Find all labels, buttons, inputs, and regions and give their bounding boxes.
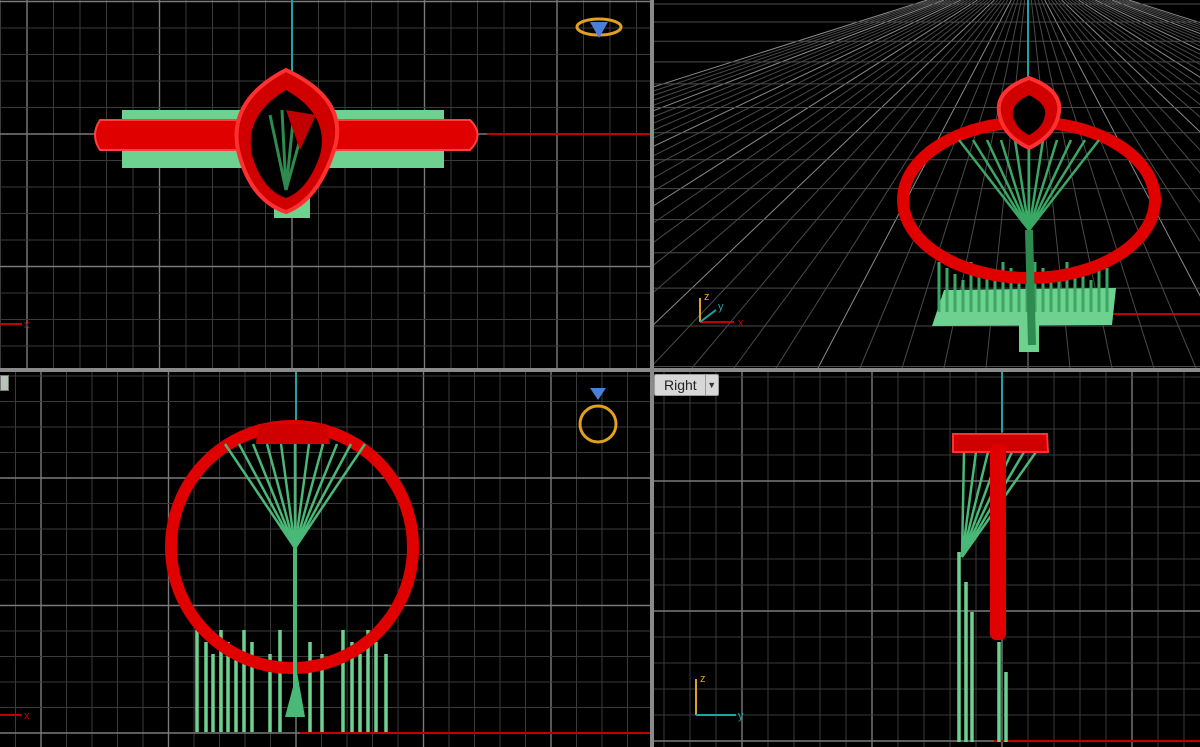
grid — [0, 0, 650, 368]
perspective-viewport-canvas[interactable]: z x y — [654, 0, 1200, 368]
viewport-tab-collapsed[interactable] — [0, 375, 9, 391]
viewport-separator-vertical[interactable] — [650, 0, 654, 747]
right-viewport[interactable]: z y Right ▼ — [654, 372, 1200, 747]
support-spokes — [958, 139, 1100, 231]
perspective-grid — [654, 0, 1200, 368]
axis-indicator-x-label: x — [738, 317, 744, 329]
axis-indicator-y — [699, 309, 717, 323]
chevron-down-icon[interactable]: ▼ — [704, 375, 718, 395]
axis-indicator-y-label: y — [738, 710, 744, 722]
axis-indicator-z-label: z — [700, 673, 706, 685]
axis-indicator-x-label: x — [24, 319, 30, 331]
center-sprue — [1025, 229, 1036, 346]
perspective-viewport[interactable]: z x y — [654, 0, 1200, 368]
viewport-title: Right — [664, 377, 697, 393]
ring-gumball-front-icon[interactable] — [578, 388, 618, 444]
top-viewport-canvas[interactable]: x — [0, 0, 650, 368]
front-viewport[interactable]: x — [0, 372, 650, 747]
axis-indicator-x-label: x — [24, 710, 30, 722]
right-viewport-canvas[interactable]: z y — [654, 372, 1200, 747]
axis-indicator-y-label: y — [718, 301, 724, 313]
grid — [654, 372, 1200, 747]
ring-band — [165, 420, 419, 674]
ring-band — [990, 444, 1006, 640]
support-spokes — [223, 443, 367, 549]
viewport-title-tab[interactable]: Right ▼ — [654, 374, 719, 396]
front-viewport-canvas[interactable]: x — [0, 372, 650, 747]
top-viewport[interactable]: x — [0, 0, 650, 368]
viewport-separator-horizontal[interactable] — [0, 368, 1200, 372]
axis-indicator-z-label: z — [704, 291, 710, 303]
bezel — [256, 424, 330, 444]
